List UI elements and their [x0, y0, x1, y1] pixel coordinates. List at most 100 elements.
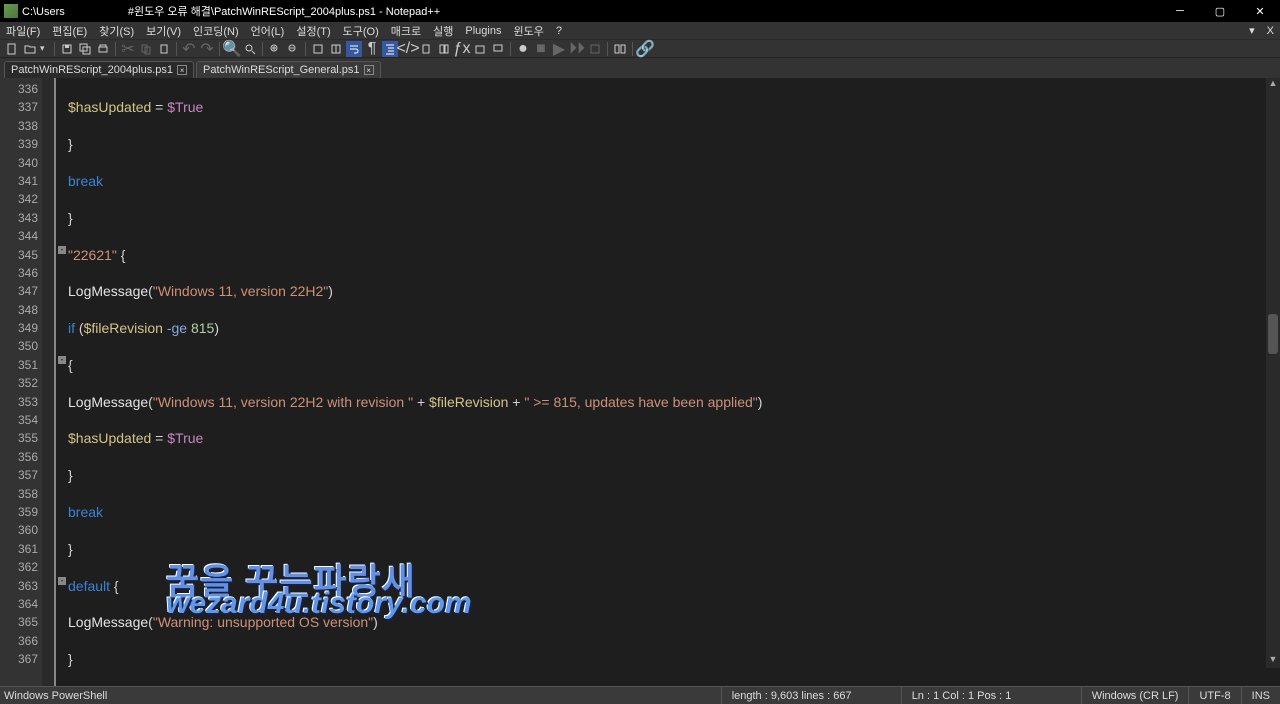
- save-all-icon[interactable]: [77, 41, 93, 57]
- code-line: [68, 190, 1280, 208]
- line-number: 349: [0, 319, 38, 337]
- line-number: 348: [0, 301, 38, 319]
- redo-icon[interactable]: ↷: [199, 41, 215, 57]
- scroll-down-icon[interactable]: ▼: [1268, 654, 1278, 668]
- status-encoding[interactable]: UTF-8: [1188, 687, 1240, 704]
- scroll-thumb[interactable]: [1268, 314, 1278, 354]
- status-insert-mode[interactable]: INS: [1241, 687, 1280, 704]
- menu-plugins[interactable]: Plugins: [459, 25, 507, 37]
- line-number: 357: [0, 466, 38, 484]
- menu-search[interactable]: 찾기(S): [93, 23, 140, 39]
- link-icon[interactable]: 🔗: [637, 41, 653, 57]
- zoom-in-icon[interactable]: [267, 41, 283, 57]
- code-tag-icon[interactable]: </>: [400, 41, 416, 57]
- zoom-out-icon[interactable]: [285, 41, 301, 57]
- separator: [176, 42, 177, 56]
- app-icon: [4, 4, 18, 18]
- menu-encoding[interactable]: 인코딩(N): [187, 23, 245, 39]
- stop-icon[interactable]: ■: [533, 41, 549, 57]
- cut-icon[interactable]: ✂: [120, 41, 136, 57]
- save-icon[interactable]: [59, 41, 75, 57]
- code-area[interactable]: $hasUpdated = $True } break } -"22621" {…: [56, 78, 1280, 686]
- open-dropdown[interactable]: ▾: [40, 42, 50, 56]
- undo-icon[interactable]: ↶: [181, 41, 197, 57]
- save-macro-icon[interactable]: [587, 41, 603, 57]
- maximize-button[interactable]: ▢: [1200, 0, 1240, 22]
- code-line: [68, 521, 1280, 539]
- tab-active[interactable]: PatchWinREScript_2004plus.ps1 ×: [4, 61, 194, 78]
- line-number: 339: [0, 135, 38, 153]
- statusbar: Windows PowerShell length : 9,603 lines …: [0, 686, 1280, 704]
- code-line: [68, 595, 1280, 613]
- showall-icon[interactable]: ¶: [364, 41, 380, 57]
- tab-close-icon[interactable]: ×: [177, 65, 187, 75]
- sync-h-icon[interactable]: [328, 41, 344, 57]
- separator: [607, 42, 608, 56]
- scroll-up-icon[interactable]: ▲: [1268, 78, 1278, 92]
- fold-marker-icon[interactable]: -: [58, 356, 66, 364]
- menu-x[interactable]: X: [1261, 25, 1280, 37]
- sync-v-icon[interactable]: [310, 41, 326, 57]
- separator: [219, 42, 220, 56]
- new-file-icon[interactable]: [4, 41, 20, 57]
- find-icon[interactable]: 🔍: [224, 41, 240, 57]
- replace-icon[interactable]: [242, 41, 258, 57]
- print-icon[interactable]: [95, 41, 111, 57]
- code-line: LogMessage("Windows 11, version 22H2 wit…: [68, 393, 1280, 411]
- menu-macro[interactable]: 매크로: [385, 23, 427, 39]
- tab-close-icon[interactable]: ×: [364, 65, 374, 75]
- menu-file[interactable]: 파일(F): [0, 23, 46, 39]
- play-icon[interactable]: ▶: [551, 41, 567, 57]
- line-number: 347: [0, 282, 38, 300]
- separator: [305, 42, 306, 56]
- line-number: 343: [0, 209, 38, 227]
- compare-icon[interactable]: [612, 41, 628, 57]
- editor[interactable]: 3363373383393403413423433443453463473483…: [0, 78, 1280, 686]
- line-number: 354: [0, 411, 38, 429]
- minimize-button[interactable]: ─: [1160, 0, 1200, 22]
- doc-list-icon[interactable]: [436, 41, 452, 57]
- menu-window[interactable]: 윈도우: [507, 23, 549, 39]
- tab-label: PatchWinREScript_General.ps1: [203, 64, 360, 76]
- folder-icon[interactable]: [472, 41, 488, 57]
- menu-settings[interactable]: 설정(T): [290, 23, 336, 39]
- menu-edit[interactable]: 편집(E): [46, 23, 93, 39]
- copy-icon[interactable]: [138, 41, 154, 57]
- record-icon[interactable]: ●: [515, 41, 531, 57]
- doc-map-icon[interactable]: [418, 41, 434, 57]
- paste-icon[interactable]: [156, 41, 172, 57]
- tab-inactive[interactable]: PatchWinREScript_General.ps1 ×: [196, 61, 381, 78]
- fold-marker-icon[interactable]: -: [58, 577, 66, 585]
- menu-help[interactable]: ?: [550, 25, 568, 37]
- line-number: 351: [0, 356, 38, 374]
- play-multi-icon[interactable]: ⏵⏵: [569, 41, 585, 57]
- open-file-icon[interactable]: [22, 41, 38, 57]
- status-position: Ln : 1 Col : 1 Pos : 1: [901, 687, 1081, 704]
- line-number: 361: [0, 540, 38, 558]
- code-line: [68, 301, 1280, 319]
- menu-run[interactable]: 실행: [427, 23, 459, 39]
- code-line: break: [68, 503, 1280, 521]
- function-list-icon[interactable]: ƒx: [454, 41, 470, 57]
- close-button[interactable]: ✕: [1240, 0, 1280, 22]
- menu-language[interactable]: 언어(L): [245, 23, 291, 39]
- menu-view[interactable]: 보기(V): [140, 23, 187, 39]
- line-number: 360: [0, 521, 38, 539]
- tab-label: PatchWinREScript_2004plus.ps1: [11, 64, 173, 76]
- separator: [54, 42, 55, 56]
- line-number: 359: [0, 503, 38, 521]
- line-number: 350: [0, 337, 38, 355]
- status-eol[interactable]: Windows (CR LF): [1081, 687, 1189, 704]
- vertical-scrollbar[interactable]: ▲ ▼: [1266, 78, 1280, 668]
- menu-chevron[interactable]: ▾: [1243, 24, 1261, 37]
- fold-column[interactable]: [42, 78, 54, 686]
- separator: [510, 42, 511, 56]
- code-line: [68, 337, 1280, 355]
- monitor-icon[interactable]: [490, 41, 506, 57]
- fold-marker-icon[interactable]: -: [58, 246, 66, 254]
- menu-tools[interactable]: 도구(O): [337, 23, 385, 39]
- line-number: 342: [0, 190, 38, 208]
- line-number: 338: [0, 117, 38, 135]
- code-line: [68, 154, 1280, 172]
- wordwrap-icon[interactable]: [346, 41, 362, 57]
